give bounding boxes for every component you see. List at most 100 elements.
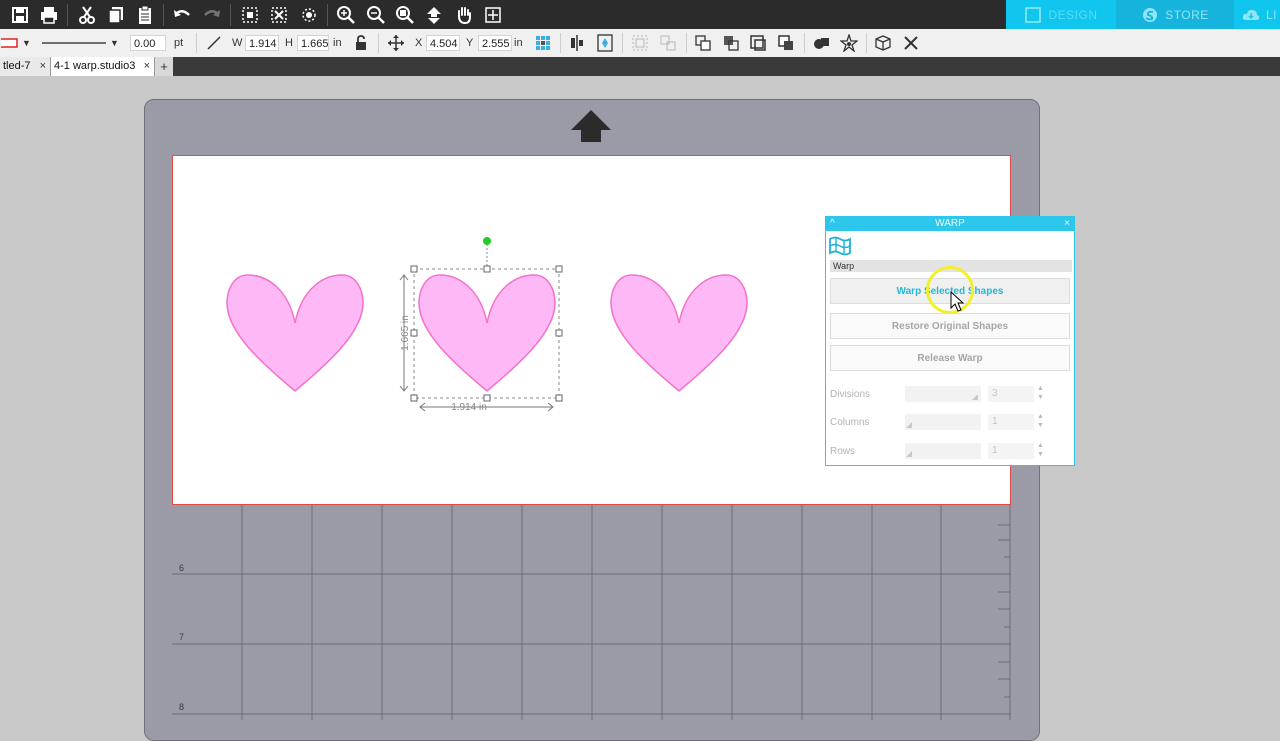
zoom-fit-icon[interactable] <box>393 3 417 27</box>
close-x-icon[interactable] <box>901 33 921 53</box>
mat-grid: 6 7 8 <box>172 505 1011 720</box>
group-icon[interactable] <box>630 33 650 53</box>
slider-thumb-icon <box>972 394 978 400</box>
doc-tab-warp[interactable]: 4-1 warp.studio3 × <box>51 57 155 76</box>
properties-bar: ▼ ▼ 0.00 pt W 1.914 H 1.665 in X 4.504 Y… <box>0 29 1280 58</box>
collapse-icon[interactable]: ^ <box>830 217 835 231</box>
line-style-icon <box>42 42 106 44</box>
cloud-icon <box>1242 9 1260 20</box>
tab-library-label: LI <box>1266 7 1278 22</box>
tab-design[interactable]: DESIGN <box>1006 0 1116 29</box>
tab-store-label: STORE <box>1165 7 1209 22</box>
main-toolbar: DESIGN STORE LI <box>0 0 1280 29</box>
height-field[interactable]: 1.665 <box>297 35 329 51</box>
align-center-icon[interactable] <box>567 33 587 53</box>
lock-aspect-icon[interactable] <box>351 33 371 53</box>
heart-shape[interactable] <box>226 273 364 393</box>
pan-icon[interactable] <box>452 3 476 27</box>
warp-panel: ^ WARP × Warp Warp Selected Shapes Resto… <box>825 216 1075 466</box>
x-label: X <box>415 37 423 49</box>
doc-tab-label: tled-7 <box>3 60 31 72</box>
modify-weld-icon[interactable] <box>811 33 831 53</box>
undo-icon[interactable] <box>170 3 194 27</box>
ungroup-icon[interactable] <box>658 33 678 53</box>
paste-icon[interactable] <box>133 3 157 27</box>
move-icon[interactable] <box>386 33 406 53</box>
redo-icon[interactable] <box>200 3 224 27</box>
height-label: H <box>285 37 293 49</box>
divisions-slider[interactable] <box>905 386 981 402</box>
doc-tab-close[interactable]: × <box>40 57 46 76</box>
doc-tab-close[interactable]: × <box>144 57 150 76</box>
selection-box[interactable]: 1.914 in 1.665 in <box>396 233 568 418</box>
position-unit: in <box>514 37 523 49</box>
columns-slider[interactable] <box>905 414 981 430</box>
select-all-icon[interactable] <box>238 3 262 27</box>
columns-value[interactable]: 1 <box>988 414 1034 430</box>
page-center-icon[interactable] <box>595 33 615 53</box>
mouse-cursor-icon <box>950 291 965 312</box>
send-backward-icon[interactable] <box>748 33 768 53</box>
deselect-icon[interactable] <box>267 3 291 27</box>
restore-original-shapes-button[interactable]: Restore Original Shapes <box>830 313 1070 339</box>
cut-icon[interactable] <box>75 3 99 27</box>
columns-spinner[interactable]: ▲ ▼ <box>1037 412 1044 430</box>
grid-row-label: 8 <box>179 702 184 712</box>
line-tool-icon[interactable] <box>204 33 224 53</box>
selection-width-label: 1.914 in <box>451 402 487 413</box>
doc-tab-untitled[interactable]: tled-7 × <box>0 57 51 76</box>
slider-thumb-icon <box>906 451 912 457</box>
tab-store[interactable]: STORE <box>1116 0 1234 29</box>
rows-slider[interactable] <box>905 443 981 459</box>
size-unit: in <box>333 37 342 49</box>
zoom-out-icon[interactable] <box>364 3 388 27</box>
line-width-field[interactable]: 0.00 <box>130 35 166 51</box>
columns-label: Columns <box>830 417 870 428</box>
bring-forward-icon[interactable] <box>721 33 741 53</box>
close-icon[interactable]: × <box>1064 217 1070 231</box>
grid-row-label: 7 <box>179 632 184 642</box>
heart-shape[interactable] <box>610 273 748 393</box>
reference-point-icon[interactable] <box>533 33 553 53</box>
rows-spinner[interactable]: ▲ ▼ <box>1037 441 1044 459</box>
save-icon[interactable] <box>8 3 32 27</box>
divisions-row: Divisions 3 ▲ ▼ <box>830 384 1070 404</box>
fill-dropdown-arrow[interactable]: ▼ <box>22 29 31 57</box>
add-tab-button[interactable]: + <box>155 57 173 76</box>
print-icon[interactable] <box>37 3 61 27</box>
rows-value[interactable]: 1 <box>988 443 1034 459</box>
line-width-unit: pt <box>174 37 184 49</box>
mode-tabs: DESIGN STORE LI <box>1006 0 1280 29</box>
design-icon <box>1025 6 1042 23</box>
y-field[interactable]: 2.555 <box>478 35 512 51</box>
edit-points-icon[interactable] <box>297 3 321 27</box>
bring-to-front-icon[interactable] <box>693 33 713 53</box>
warp-titlebar[interactable]: ^ WARP × <box>826 217 1074 231</box>
zoom-in-icon[interactable] <box>334 3 358 27</box>
tab-library[interactable]: LI <box>1234 0 1280 29</box>
line-style-dropdown-arrow[interactable]: ▼ <box>110 29 119 57</box>
divisions-spinner[interactable]: ▲ ▼ <box>1037 384 1044 402</box>
slider-thumb-icon <box>906 422 912 428</box>
divisions-label: Divisions <box>830 389 871 400</box>
width-field[interactable]: 1.914 <box>245 35 279 51</box>
page-fit-icon[interactable] <box>481 3 505 27</box>
3d-box-icon[interactable] <box>873 33 893 53</box>
divisions-value[interactable]: 3 <box>988 386 1034 402</box>
fill-color-swatch[interactable] <box>0 33 20 53</box>
send-to-back-icon[interactable] <box>776 33 796 53</box>
line-style-preview[interactable] <box>42 29 106 57</box>
copy-icon[interactable] <box>104 3 128 27</box>
release-warp-button[interactable]: Release Warp <box>830 345 1070 371</box>
warp-tab-icon[interactable] <box>828 235 852 257</box>
x-field[interactable]: 4.504 <box>426 35 460 51</box>
width-label: W <box>232 37 243 49</box>
move-down-icon[interactable] <box>422 3 446 27</box>
star-shape-icon[interactable] <box>839 33 859 53</box>
tab-design-label: DESIGN <box>1048 7 1098 22</box>
rotate-handle[interactable] <box>483 237 491 245</box>
store-icon <box>1143 7 1158 22</box>
columns-row: Columns 1 ▲ ▼ <box>830 412 1070 432</box>
document-tabs: tled-7 × 4-1 warp.studio3 × + <box>0 57 1280 76</box>
feed-direction-arrow-icon <box>571 110 611 142</box>
